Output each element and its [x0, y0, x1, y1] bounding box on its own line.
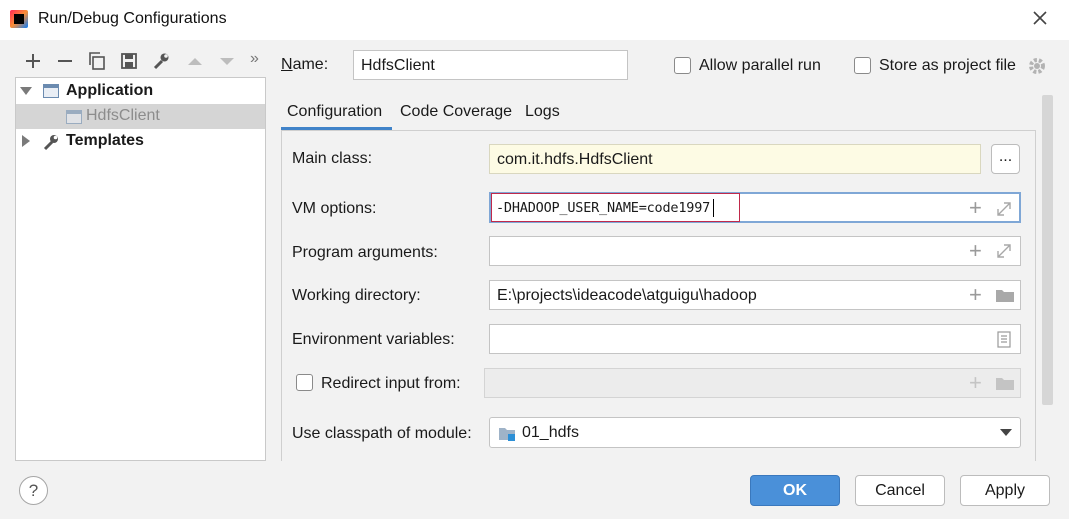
- expand-icon[interactable]: [995, 242, 1013, 265]
- application-icon: [66, 110, 82, 124]
- intellij-logo-icon: [10, 10, 28, 28]
- window-title: Run/Debug Configurations: [38, 10, 227, 27]
- main-class-label: Main class:: [292, 150, 373, 167]
- ok-button[interactable]: OK: [750, 475, 840, 506]
- chevron-down-icon[interactable]: [1000, 429, 1012, 436]
- tab-logs[interactable]: Logs: [525, 103, 560, 121]
- scrollbar[interactable]: [1042, 95, 1053, 405]
- move-down-icon[interactable]: [217, 51, 237, 71]
- gear-icon[interactable]: [1027, 56, 1047, 81]
- name-input-value: HdfsClient: [361, 57, 435, 74]
- move-up-icon[interactable]: [185, 51, 205, 71]
- name-input[interactable]: HdfsClient: [353, 50, 628, 80]
- classpath-module-value: 01_hdfs: [522, 424, 579, 441]
- apply-button[interactable]: Apply: [960, 475, 1050, 506]
- store-project-label: Store as project file: [879, 57, 1016, 74]
- allow-parallel-label: Allow parallel run: [699, 57, 821, 74]
- redirect-input-field: +: [484, 368, 1021, 398]
- folder-icon: [995, 374, 1015, 397]
- remove-icon[interactable]: [55, 51, 75, 71]
- configurations-tree: Application HdfsClient Templates: [15, 77, 266, 461]
- name-label-text: ame:: [292, 56, 329, 73]
- classpath-module-select[interactable]: 01_hdfs: [489, 417, 1021, 448]
- store-project-checkbox[interactable]: [854, 57, 871, 74]
- vm-options-input[interactable]: -DHADOOP_USER_NAME=code1997 +: [489, 192, 1021, 223]
- program-arguments-input[interactable]: +: [489, 236, 1021, 266]
- tab-code-coverage[interactable]: Code Coverage: [400, 103, 512, 121]
- module-folder-icon: [498, 425, 518, 448]
- tree-item-application[interactable]: Application: [16, 79, 265, 104]
- application-icon: [43, 84, 59, 98]
- expand-icon[interactable]: [995, 200, 1013, 223]
- more-icon[interactable]: »: [250, 50, 270, 70]
- vm-options-value: -DHADOOP_USER_NAME=code1997: [496, 200, 711, 216]
- close-icon[interactable]: [1028, 6, 1052, 30]
- tree-item-templates[interactable]: Templates: [16, 129, 265, 154]
- copy-icon[interactable]: [87, 51, 107, 71]
- add-icon[interactable]: +: [969, 197, 982, 219]
- tree-item-label: Templates: [66, 132, 144, 149]
- chevron-down-icon[interactable]: [20, 87, 32, 95]
- add-icon[interactable]: +: [969, 240, 982, 262]
- name-label: Name:: [281, 56, 329, 73]
- redirect-input-label: Redirect input from:: [321, 375, 461, 392]
- vm-options-label: VM options:: [292, 200, 377, 217]
- tab-configuration[interactable]: Configuration: [287, 103, 382, 121]
- main-class-input[interactable]: com.it.hdfs.HdfsClient: [489, 144, 981, 174]
- working-directory-label: Working directory:: [292, 287, 421, 304]
- environment-variables-label: Environment variables:: [292, 331, 455, 348]
- wrench-icon[interactable]: [151, 51, 171, 71]
- environment-variables-input[interactable]: [489, 324, 1021, 354]
- document-icon[interactable]: [997, 331, 1011, 353]
- save-icon[interactable]: [119, 51, 139, 71]
- working-directory-input[interactable]: E:\projects\ideacode\atguigu\hadoop +: [489, 280, 1021, 310]
- tree-item-hdfsclient[interactable]: HdfsClient: [16, 104, 265, 129]
- allow-parallel-checkbox[interactable]: [674, 57, 691, 74]
- chevron-right-icon[interactable]: [22, 135, 30, 147]
- main-class-value: com.it.hdfs.HdfsClient: [497, 151, 653, 168]
- text-cursor: [713, 199, 714, 217]
- cancel-button[interactable]: Cancel: [855, 475, 945, 506]
- classpath-module-label: Use classpath of module:: [292, 425, 472, 442]
- add-icon[interactable]: +: [969, 284, 982, 306]
- tree-item-label: HdfsClient: [86, 107, 160, 124]
- help-button[interactable]: ?: [19, 476, 48, 505]
- wrench-icon: [42, 133, 60, 156]
- add-icon[interactable]: [23, 51, 43, 71]
- working-directory-value: E:\projects\ideacode\atguigu\hadoop: [497, 287, 757, 304]
- program-arguments-label: Program arguments:: [292, 244, 438, 261]
- add-icon: +: [969, 370, 982, 395]
- redirect-input-checkbox[interactable]: [296, 374, 313, 391]
- tree-item-label: Application: [66, 82, 154, 99]
- folder-icon[interactable]: [995, 286, 1015, 309]
- browse-main-class-button[interactable]: ...: [991, 144, 1020, 174]
